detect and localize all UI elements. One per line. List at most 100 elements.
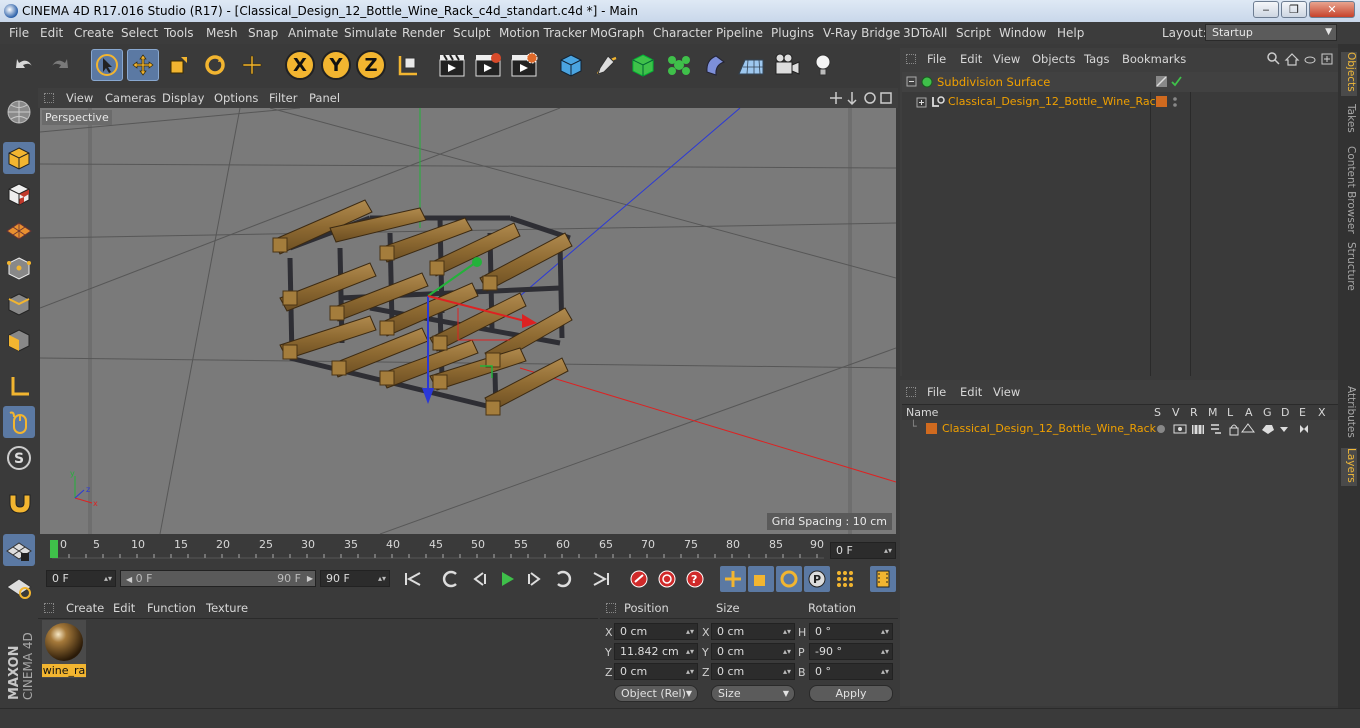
menu-window[interactable]: Window <box>999 26 1046 40</box>
expand-icon[interactable] <box>916 97 928 109</box>
column-locked[interactable]: L <box>1227 406 1233 419</box>
menu-vray-bridge[interactable]: V-Ray Bridge <box>823 26 900 40</box>
layer-row[interactable]: └ Classical_Design_12_Bottle_Wine_Rack <box>902 420 1338 438</box>
column-name[interactable]: Name <box>906 406 938 419</box>
go-to-start-button[interactable] <box>400 566 426 592</box>
axis-mode-button[interactable] <box>3 370 35 402</box>
texture-mode-button[interactable] <box>3 178 35 210</box>
menu-sculpt[interactable]: Sculpt <box>453 26 490 40</box>
rotate-tool[interactable] <box>199 49 231 81</box>
menu-edit[interactable]: Edit <box>40 26 63 40</box>
key-scale-button[interactable] <box>748 566 774 592</box>
layer-menu-view[interactable]: View <box>993 385 1020 399</box>
column-expressions[interactable]: E <box>1299 406 1306 419</box>
menu-3dtoall[interactable]: 3DToAll <box>903 26 947 40</box>
tab-content-browser[interactable]: Content Browser <box>1341 146 1357 236</box>
add-spline-pen-button[interactable] <box>591 49 623 81</box>
menu-animate[interactable]: Animate <box>288 26 338 40</box>
object-menu-objects[interactable]: Objects <box>1032 52 1075 66</box>
polygons-mode-button[interactable] <box>3 324 35 356</box>
viewport-menu-filter[interactable]: Filter <box>269 91 297 105</box>
edges-mode-button[interactable] <box>3 288 35 320</box>
keyframe-selection-button[interactable]: ? <box>682 566 708 592</box>
menu-select[interactable]: Select <box>121 26 158 40</box>
add-generator-button[interactable] <box>627 49 659 81</box>
record-active-objects-button[interactable] <box>626 566 652 592</box>
column-xref[interactable]: X <box>1318 406 1326 419</box>
menu-motion-tracker[interactable]: Motion Tracker <box>499 26 587 40</box>
layer-color-swatch[interactable] <box>926 423 937 434</box>
locked-workplane-button[interactable] <box>3 570 35 602</box>
object-manager-tools[interactable] <box>1266 51 1336 67</box>
menu-pipeline[interactable]: Pipeline <box>716 26 763 40</box>
previous-frame-button[interactable] <box>466 566 492 592</box>
column-view[interactable]: V <box>1172 406 1180 419</box>
object-menu-bookmarks[interactable]: Bookmarks <box>1122 52 1186 66</box>
size-mode-select[interactable]: Size ▼ <box>711 685 795 702</box>
undo-button[interactable] <box>8 49 40 81</box>
timeline-window-button[interactable] <box>870 566 896 592</box>
menu-help[interactable]: Help <box>1057 26 1084 40</box>
tab-structure[interactable]: Structure <box>1341 242 1357 292</box>
material-menu-texture[interactable]: Texture <box>206 601 248 615</box>
column-generators[interactable]: G <box>1263 406 1272 419</box>
coordinate-system-button[interactable] <box>392 49 424 81</box>
viewport-menu-view[interactable]: View <box>66 91 93 105</box>
autokeying-button[interactable] <box>654 566 680 592</box>
render-settings-button[interactable] <box>508 49 540 81</box>
add-deformer-button[interactable] <box>699 49 731 81</box>
playhead[interactable] <box>50 540 58 558</box>
add-camera-button[interactable] <box>771 49 803 81</box>
model-mode-button[interactable] <box>3 142 35 174</box>
points-mode-button[interactable] <box>3 252 35 284</box>
end-frame-field[interactable]: 90 F ▴▾ <box>320 570 390 587</box>
live-selection-tool[interactable] <box>91 49 123 81</box>
key-parameter-button[interactable]: P <box>804 566 830 592</box>
add-environment-button[interactable] <box>735 49 767 81</box>
object-row[interactable]: Classical_Design_12_Bottle_Wine_Rack <box>902 92 1338 112</box>
add-light-button[interactable] <box>807 49 839 81</box>
column-deformers[interactable]: D <box>1281 406 1289 419</box>
layer-toggle-icons[interactable] <box>1154 422 1334 436</box>
rotation-b-field[interactable]: 0 ° ▴▾ <box>809 663 893 680</box>
size-z-field[interactable]: 0 cm ▴▾ <box>711 663 795 680</box>
start-frame-field[interactable]: 0 F ▴▾ <box>46 570 116 587</box>
timeline-ruler[interactable]: 0 5 10 15 20 25 30 35 40 45 50 55 60 65 … <box>38 534 898 564</box>
position-z-field[interactable]: 0 cm ▴▾ <box>614 663 698 680</box>
transform-tool[interactable] <box>236 49 268 81</box>
key-position-button[interactable] <box>720 566 746 592</box>
layer-menu-edit[interactable]: Edit <box>960 385 982 399</box>
y-axis-lock-button[interactable]: Y <box>321 50 351 80</box>
perspective-viewport[interactable]: y z x Perspective Grid Spacing : 10 cm <box>40 108 896 534</box>
play-button[interactable] <box>494 566 520 592</box>
snap-button[interactable]: S <box>3 442 35 474</box>
magnet-button[interactable] <box>3 486 35 518</box>
size-x-field[interactable]: 0 cm ▴▾ <box>711 623 795 640</box>
column-animation[interactable]: A <box>1245 406 1253 419</box>
menu-snap[interactable]: Snap <box>248 26 278 40</box>
object-menu-tags[interactable]: Tags <box>1084 52 1109 66</box>
frame-range-slider[interactable]: ◀ 0 F 90 F ▶ <box>120 570 316 587</box>
render-view-button[interactable] <box>436 49 468 81</box>
minimize-button[interactable]: ‒ <box>1253 1 1279 18</box>
viewport-nav-icons[interactable] <box>828 90 894 106</box>
tab-objects[interactable]: Objects <box>1341 52 1357 96</box>
next-key-button[interactable] <box>550 566 576 592</box>
maximize-button[interactable]: ❐ <box>1281 1 1307 18</box>
redo-button[interactable] <box>44 49 76 81</box>
collapse-icon[interactable] <box>906 76 918 88</box>
tab-takes[interactable]: Takes <box>1341 104 1357 140</box>
viewport-menu-cameras[interactable]: Cameras <box>105 91 156 105</box>
workplane-mode-button[interactable] <box>3 214 35 246</box>
menu-mograph[interactable]: MoGraph <box>590 26 645 40</box>
material-menu-create[interactable]: Create <box>66 601 104 615</box>
previous-key-button[interactable] <box>438 566 464 592</box>
tab-layers[interactable]: Layers <box>1341 448 1357 486</box>
close-button[interactable]: ✕ <box>1309 1 1355 18</box>
layer-menu-file[interactable]: File <box>927 385 946 399</box>
menu-render[interactable]: Render <box>402 26 445 40</box>
render-to-picture-viewer-button[interactable] <box>472 49 504 81</box>
material-menu-function[interactable]: Function <box>147 601 196 615</box>
tweak-mode-button[interactable] <box>3 406 35 438</box>
add-cube-button[interactable] <box>555 49 587 81</box>
